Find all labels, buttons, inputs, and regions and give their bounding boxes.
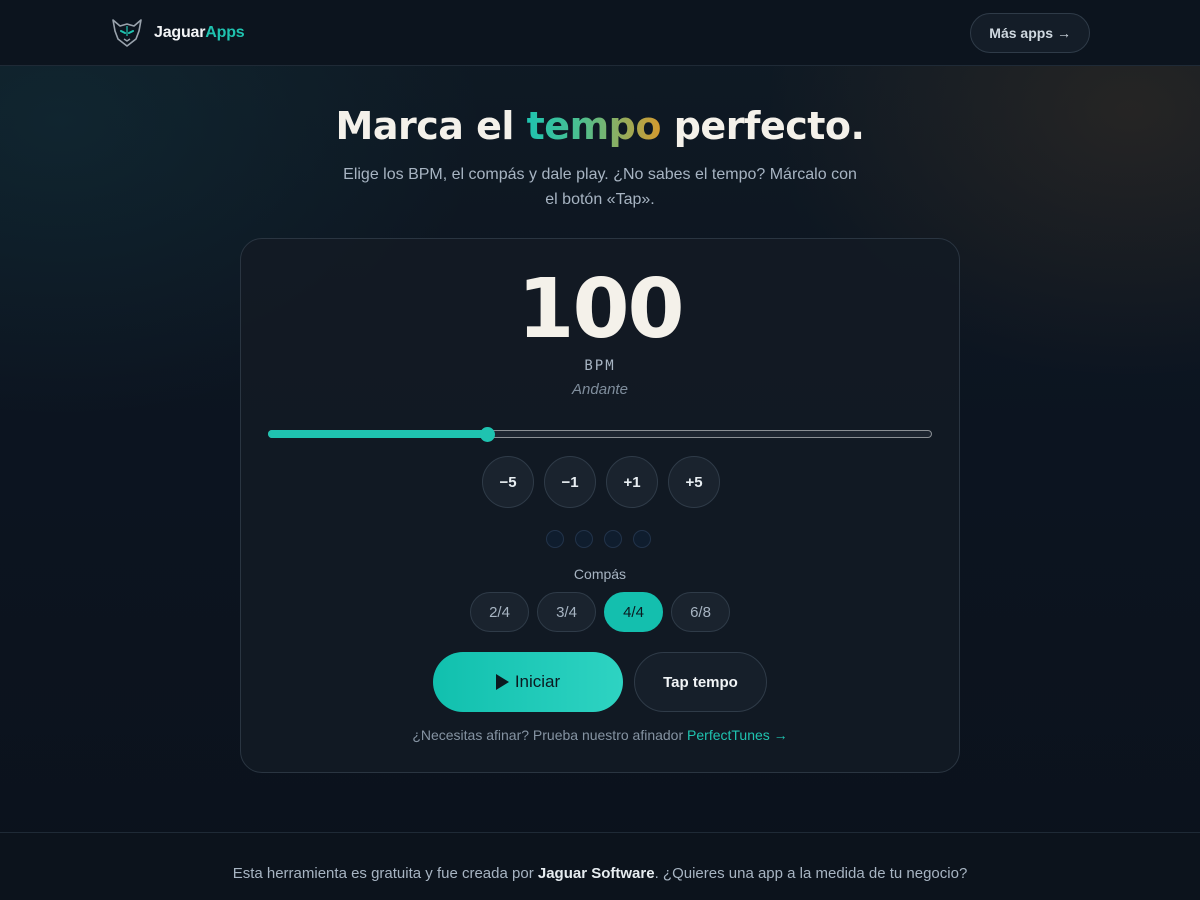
beat-indicator [546, 530, 564, 548]
slider-thumb[interactable] [480, 427, 496, 442]
minus-1-button[interactable]: −1 [544, 456, 596, 508]
meter-2-4-button[interactable]: 2/4 [470, 592, 529, 632]
tap-tempo-button[interactable]: Tap tempo [634, 652, 767, 712]
beat-indicator [575, 530, 593, 548]
page-footer: Esta herramienta es gratuita y fue cread… [0, 832, 1200, 900]
meter-6-8-button[interactable]: 6/8 [671, 592, 730, 632]
slider-fill [268, 430, 488, 438]
time-signature-label: Compás [573, 566, 627, 582]
brand-name-jaguar: Jaguar [154, 24, 206, 41]
meter-4-4-button[interactable]: 4/4 [604, 592, 663, 632]
page-subtitle: Elige los BPM, el compás y dale play. ¿N… [343, 166, 857, 208]
start-button-label: Iniciar [514, 672, 561, 691]
beat-indicator [604, 530, 622, 548]
brand-name-apps: Apps [205, 24, 245, 41]
bpm-slider[interactable] [268, 427, 932, 442]
tuner-promo: ¿Necesitas afinar? Prueba nuestro afinad… [0, 727, 1200, 743]
footer-text: Esta herramienta es gratuita y fue cread… [0, 865, 1200, 882]
top-header: JaguarApps Más apps → [0, 0, 1200, 66]
title-part-1: Marca el [335, 104, 527, 148]
page-title: Marca el tempo perfecto. [0, 104, 1200, 148]
beat-indicators [546, 530, 651, 548]
plus-1-button[interactable]: +1 [606, 456, 658, 508]
jaguar-logo-icon [112, 19, 142, 47]
perfecttunes-link[interactable]: PerfectTunes → [687, 727, 788, 743]
minus-5-button[interactable]: −5 [482, 456, 534, 508]
plus-5-button[interactable]: +5 [668, 456, 720, 508]
footer-text-before: Esta herramienta es gratuita y fue cread… [232, 865, 538, 882]
brand-name: JaguarApps [154, 24, 245, 42]
footer-company-name: Jaguar Software [537, 865, 655, 882]
footer-text-after: . ¿Quieres una app a la medida de tu neg… [654, 865, 968, 882]
bpm-display: 100 [517, 262, 684, 357]
title-highlight: tempo [526, 104, 662, 148]
start-button[interactable]: Iniciar [433, 652, 623, 712]
title-part-2: perfecto. [660, 104, 865, 148]
bpm-unit-label: BPM [584, 358, 616, 374]
time-signature-options: 2/4 3/4 4/4 6/8 [470, 592, 730, 632]
bpm-step-buttons: −5 −1 +1 +5 [482, 456, 720, 508]
more-apps-button[interactable]: Más apps → [970, 13, 1090, 53]
play-icon [495, 674, 509, 690]
tempo-name-label: Andante [572, 381, 628, 398]
beat-indicator [633, 530, 651, 548]
meter-3-4-button[interactable]: 3/4 [537, 592, 596, 632]
tuner-promo-text: ¿Necesitas afinar? Prueba nuestro afinad… [412, 727, 688, 743]
brand-logo-link[interactable]: JaguarApps [110, 17, 245, 49]
